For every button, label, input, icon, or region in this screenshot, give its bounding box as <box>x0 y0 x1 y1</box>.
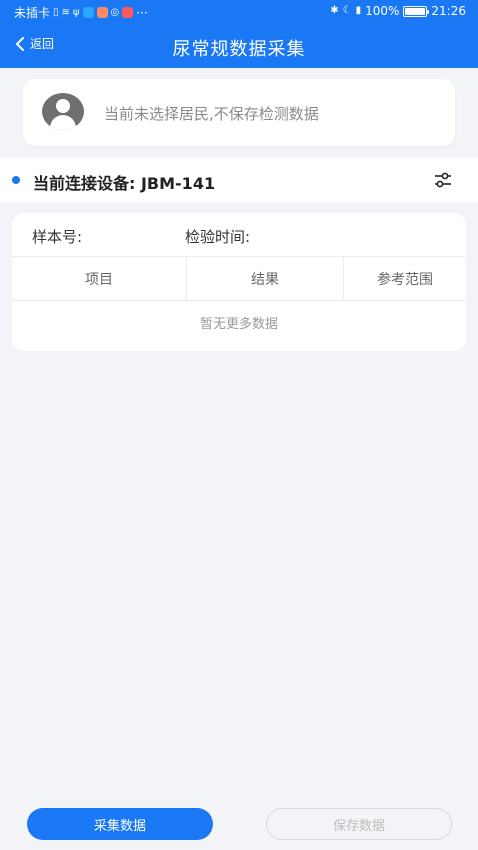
sample-info-row: 样本号: 检验时间: <box>12 213 466 256</box>
device-label: 当前连接设备: JBM-141 <box>33 174 216 193</box>
empty-state-text: 暂无更多数据 <box>199 317 278 332</box>
mail-notification-icon <box>122 7 134 18</box>
vibrate-icon: ▮ <box>355 5 362 16</box>
clock: 21:26 <box>431 4 466 18</box>
bluetooth-icon: ✱ <box>330 5 339 16</box>
carrier-text: 未插卡 <box>14 6 51 20</box>
sample-number-label: 样本号: <box>32 228 83 246</box>
sliders-icon[interactable] <box>432 169 454 191</box>
wifi-icon: ≋ <box>61 6 70 18</box>
avatar-icon <box>42 93 84 130</box>
app-notification-icon <box>82 7 94 18</box>
battery-icon <box>403 5 430 17</box>
location-icon: ◎ <box>110 6 120 18</box>
status-bar: 未插卡 ▯ ≋ ψ ◎ ··· ✱ ☾ ▮ 100% 21:26 <box>0 0 478 24</box>
resident-message: 当前未选择居民,不保存检测数据 <box>104 105 319 123</box>
page-title: 尿常规数据采集 <box>172 39 306 60</box>
collect-data-button[interactable]: 采集数据 <box>27 808 213 840</box>
sim-icon: ▯ <box>53 6 59 18</box>
nav-header: 返回 尿常规数据采集 <box>0 24 478 68</box>
result-table-card: 样本号: 检验时间: 项目 结果 参考范围 暂无更多数据 <box>12 213 466 351</box>
connection-dot <box>12 176 20 184</box>
resident-card[interactable]: 当前未选择居民,不保存检测数据 <box>23 79 455 146</box>
column-reference-range: 参考范围 <box>377 271 433 288</box>
app-top-bar: 未插卡 ▯ ≋ ψ ◎ ··· ✱ ☾ ▮ 100% 21:26 返回 尿常规数… <box>0 0 478 68</box>
column-result: 结果 <box>187 257 344 300</box>
save-data-button[interactable]: 保存数据 <box>266 808 452 840</box>
status-right: ✱ ☾ ▮ 100% 21:26 <box>330 4 466 18</box>
battery-percent: 100% <box>365 4 400 18</box>
column-item: 项目 <box>12 257 187 300</box>
moon-icon: ☾ <box>342 5 352 16</box>
test-time-label: 检验时间: <box>185 228 251 246</box>
table-header: 项目 结果 参考范围 <box>12 256 466 301</box>
device-row: 当前连接设备: JBM-141 <box>0 158 478 202</box>
usb-icon: ψ <box>72 6 80 18</box>
more-notifications: ··· <box>136 5 148 20</box>
status-left: 未插卡 ▯ ≋ ψ ◎ ··· <box>14 4 148 21</box>
message-notification-icon <box>96 7 108 18</box>
